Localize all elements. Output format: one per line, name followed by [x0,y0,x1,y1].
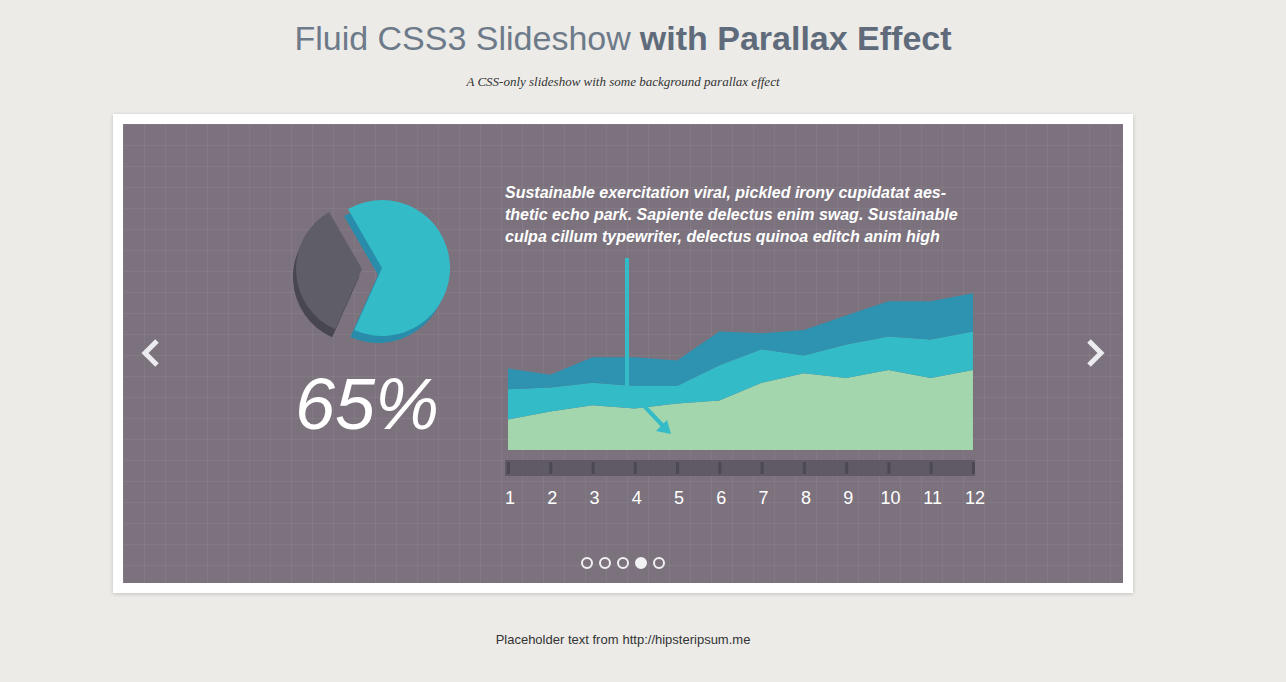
axis-tick [930,462,933,474]
pager-dot[interactable] [581,557,593,569]
pie-column: 65% [270,193,450,508]
page-title: Fluid CSS3 Slideshow with Parallax Effect [0,16,1246,60]
x-axis-label: 10 [880,488,900,508]
axis-tick [972,462,975,474]
x-axis-label: 5 [674,488,684,508]
prev-arrow-icon[interactable] [137,336,163,370]
slide-text-line: thetic echo park. Sapiente delectus enim… [505,204,985,226]
axis-tick [761,462,764,474]
pager-dot[interactable] [635,557,647,569]
footer-link[interactable]: http://hipsteripsum.me [622,632,750,647]
x-axis-label: 8 [801,488,811,508]
pager-dot[interactable] [617,557,629,569]
page: Fluid CSS3 Slideshow with Parallax Effect… [0,0,1246,682]
pager-dot[interactable] [653,557,665,569]
x-axis-label: 9 [843,488,853,508]
slide-text-line: culpa cillum typewriter, delectus quinoa… [505,226,985,248]
slide-content: 65% Sustainable exercitation viral, pick… [123,124,1123,508]
title-light: Fluid CSS3 Slideshow [294,19,630,57]
annotation-arrow-icon [656,420,671,434]
slide: 65% Sustainable exercitation viral, pick… [123,124,1123,583]
header: Fluid CSS3 Slideshow with Parallax Effect… [0,0,1246,90]
slide-text-line: Sustainable exercitation viral, pickled … [505,182,985,204]
footer-text: Placeholder text from [496,632,619,647]
axis-tick [507,462,510,474]
x-axis-label: 11 [923,488,942,508]
x-axis-label: 7 [759,488,769,508]
area-chart: 123456789101112 [505,250,985,508]
pie-percent: 65% [270,368,450,440]
axis-tick [676,462,679,474]
x-axis-label: 12 [965,488,985,508]
pie-chart [270,193,450,348]
slide-text: Sustainable exercitation viral, pickled … [505,182,985,248]
footer: Placeholder text fromhttp://hipsteripsum… [0,631,1246,649]
annotation-line [627,258,665,428]
x-axis-label: 3 [590,488,600,508]
pager-dot[interactable] [599,557,611,569]
axis-tick [803,462,806,474]
pager [123,557,1123,569]
x-axis-label: 1 [505,488,515,508]
axis-tick [549,462,552,474]
slideshow-frame: 65% Sustainable exercitation viral, pick… [113,114,1133,593]
x-axis-label: 2 [547,488,557,508]
next-arrow-icon[interactable] [1083,336,1109,370]
chart-column: Sustainable exercitation viral, pickled … [505,182,985,508]
axis-tick [887,462,890,474]
axis-band [505,460,975,476]
area-series [508,293,973,389]
pie-slice-teal [348,200,450,336]
axis-tick [634,462,637,474]
axis-tick [592,462,595,474]
title-bold: with Parallax Effect [640,19,952,57]
x-axis-label: 4 [632,488,642,508]
axis-tick [718,462,721,474]
x-axis-label: 6 [716,488,726,508]
axis-tick [845,462,848,474]
subtitle: A CSS-only slideshow with some backgroun… [0,74,1246,90]
